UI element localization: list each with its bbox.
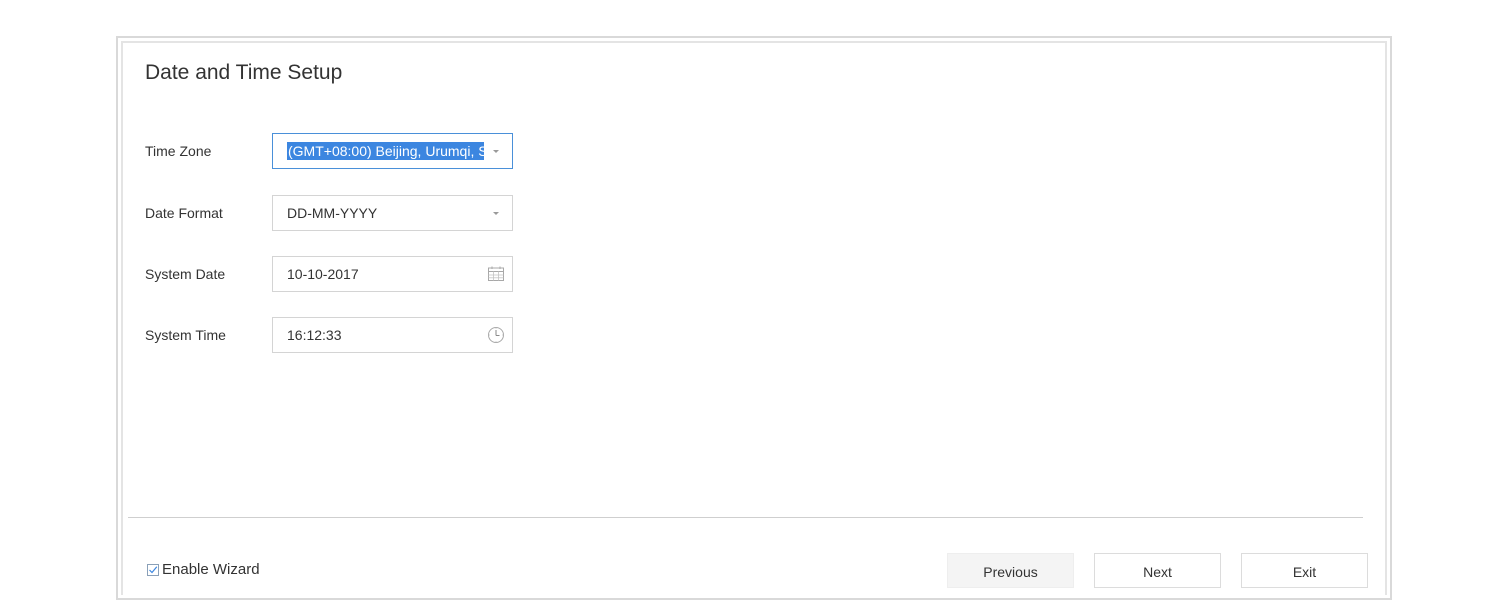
date-time-setup-dialog: Date and Time Setup Time Zone (GMT+08:00… xyxy=(116,36,1392,600)
enable-wizard-toggle[interactable]: Enable Wizard xyxy=(147,561,260,578)
previous-button[interactable]: Previous xyxy=(947,553,1074,588)
calendar-icon[interactable] xyxy=(487,265,505,283)
system-date-value: 10-10-2017 xyxy=(287,266,359,282)
system-date-input[interactable]: 10-10-2017 xyxy=(272,256,513,292)
footer-divider xyxy=(128,517,1363,518)
system-time-value: 16:12:33 xyxy=(287,327,342,343)
system-time-label: System Time xyxy=(145,327,226,343)
enable-wizard-label: Enable Wizard xyxy=(162,561,260,578)
dialog-title: Date and Time Setup xyxy=(145,61,343,84)
time-zone-row: Time Zone (GMT+08:00) Beijing, Urumqi, S… xyxy=(145,133,513,169)
time-zone-value: (GMT+08:00) Beijing, Urumqi, Singapore xyxy=(287,142,484,160)
system-time-row: System Time 16:12:33 xyxy=(145,317,513,353)
clock-icon[interactable] xyxy=(487,326,505,344)
exit-button[interactable]: Exit xyxy=(1241,553,1368,588)
date-format-row: Date Format DD-MM-YYYY xyxy=(145,195,513,231)
next-button[interactable]: Next xyxy=(1094,553,1221,588)
chevron-down-icon xyxy=(493,212,499,215)
date-format-select[interactable]: DD-MM-YYYY xyxy=(272,195,513,231)
dialog-body: Date and Time Setup Time Zone (GMT+08:00… xyxy=(121,41,1387,595)
checkmark-icon xyxy=(149,565,158,573)
date-format-label: Date Format xyxy=(145,205,223,221)
enable-wizard-checkbox[interactable] xyxy=(147,563,159,576)
system-date-label: System Date xyxy=(145,266,226,282)
time-zone-label: Time Zone xyxy=(145,143,212,159)
system-time-input[interactable]: 16:12:33 xyxy=(272,317,513,353)
chevron-down-icon xyxy=(493,150,499,153)
system-date-row: System Date 10-10-2017 xyxy=(145,256,513,292)
time-zone-select[interactable]: (GMT+08:00) Beijing, Urumqi, Singapore xyxy=(272,133,513,169)
date-format-value: DD-MM-YYYY xyxy=(287,205,378,221)
